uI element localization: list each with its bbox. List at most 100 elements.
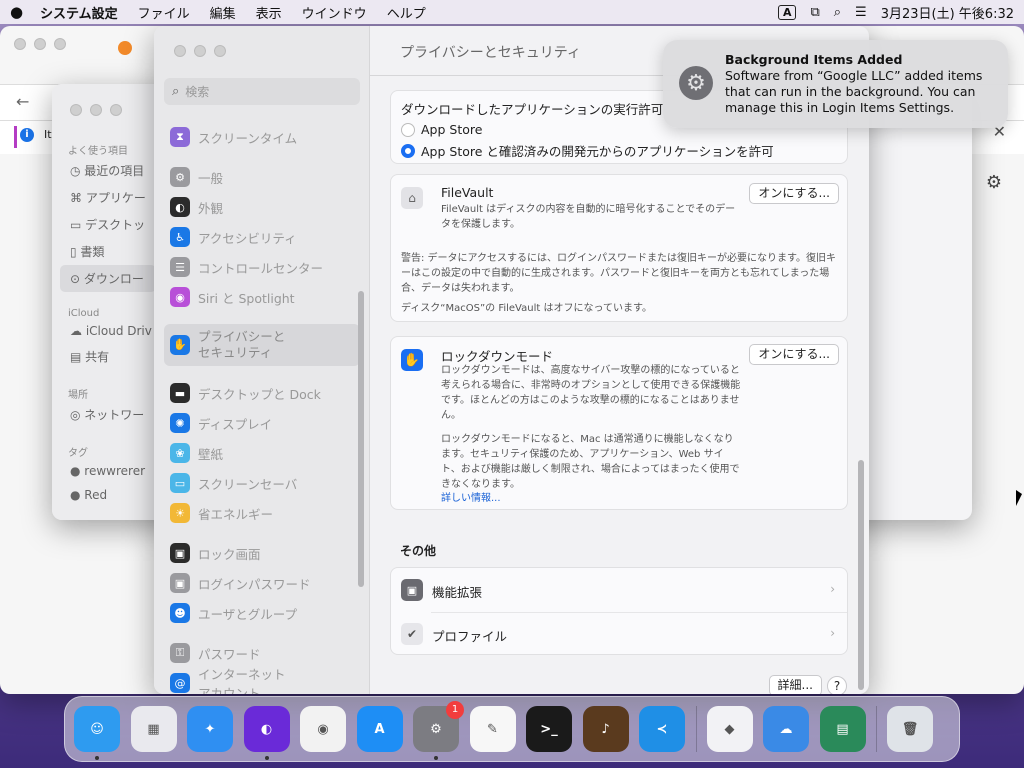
sidebar-item[interactable]: ⚙ 一般 <box>164 162 360 192</box>
dock-launchpad-icon[interactable]: ▦ <box>130 706 177 752</box>
radio-label: App Store <box>421 122 483 137</box>
dock-trash-icon[interactable]: 🗑 <box>887 706 933 752</box>
dock-garageband-icon[interactable]: ♪ <box>582 706 629 752</box>
gear-icon[interactable]: ⚙ <box>986 172 1002 193</box>
dock-visual-studio-icon[interactable]: ◆ <box>706 706 753 752</box>
hand-icon: ✋ <box>401 349 423 371</box>
menu-window[interactable]: ウインドウ <box>302 3 367 22</box>
menu-file[interactable]: ファイル <box>138 3 190 22</box>
display-icon: ✺ <box>170 413 190 433</box>
sidebar-item-label: 省エネルギー <box>198 506 274 522</box>
sidebar-item[interactable]: ▣ ロック画面 <box>164 538 360 568</box>
chevron-right-icon: › <box>830 626 835 640</box>
finder-item-desktop[interactable]: ▭ デスクトッ <box>52 211 162 238</box>
sidebar-item-label: アクセシビリティ <box>198 230 297 246</box>
dock-firefox-icon[interactable]: ◐ <box>243 706 290 760</box>
dock-weather-icon[interactable]: ☁ <box>763 706 809 752</box>
sidebar-item-label: ロック画面 <box>198 546 261 562</box>
sidebar-item[interactable]: ✋ プライバシーと セキュリティ <box>164 324 360 366</box>
search-input[interactable]: ⌕ 検索 <box>164 78 360 105</box>
dock-terminal-icon[interactable]: >_ <box>526 706 572 752</box>
sidebar-item-label: 外観 <box>198 200 224 216</box>
lockdown-turn-on-button[interactable]: オンにする... <box>749 344 839 365</box>
firefox-tab-icon[interactable] <box>118 41 132 55</box>
at-icon: @ <box>170 673 190 693</box>
finder-traffic-lights[interactable] <box>70 104 122 116</box>
sidebar-item-label: プライバシーと セキュリティ <box>198 328 286 360</box>
notification-badge: 1 <box>446 701 464 719</box>
radio-app-store-identified[interactable]: App Store と確認済みの開発元からのアプリケーションを許可 <box>401 141 837 160</box>
sidebar-item[interactable]: ♿ アクセシビリティ <box>164 222 360 252</box>
radio-button-selected[interactable] <box>401 143 415 158</box>
menu-help[interactable]: ヘルプ <box>387 3 426 22</box>
sidebar-scrollbar[interactable] <box>358 291 364 587</box>
sidebar-item[interactable]: @ インターネット アカウント <box>164 667 360 694</box>
filevault-title: FileVault <box>441 185 494 200</box>
sidebar-item[interactable]: ▬ デスクトップと Dock <box>164 378 360 408</box>
stage-manager-icon[interactable]: ⧉ <box>810 5 819 20</box>
sidebar-item[interactable]: ❀ 壁紙 <box>164 438 360 468</box>
content-scrollbar[interactable] <box>858 460 864 690</box>
sidebar-item[interactable]: ▣ ログインパスワード <box>164 568 360 598</box>
gear-icon: ⚙ <box>170 167 190 187</box>
finder-section-title: 場所 <box>68 390 88 401</box>
filevault-turn-on-button[interactable]: オンにする... <box>749 183 839 204</box>
menu-edit[interactable]: 編集 <box>210 3 236 22</box>
dock-vscode-icon[interactable]: ≺ <box>639 706 685 752</box>
finder-item-downloads[interactable]: ⊙ ダウンロー <box>60 265 156 292</box>
input-source-icon[interactable]: A <box>777 4 797 20</box>
finder-item-network[interactable]: ◎ ネットワー <box>52 401 162 428</box>
sidebar-item[interactable]: ✺ ディスプレイ <box>164 408 360 438</box>
dock-safari-icon[interactable]: ✦ <box>187 706 233 752</box>
dock-chrome-icon[interactable]: ◉ <box>300 706 346 752</box>
sidebar-item-label: デスクトップと Dock <box>198 386 321 402</box>
sidebar-item[interactable]: ▭ スクリーンセーバ <box>164 468 360 498</box>
learn-more-link[interactable]: 詳しい情報... <box>441 489 501 504</box>
sidebar-item[interactable]: ☻ ユーザとグループ <box>164 598 360 628</box>
dock-system-settings-icon[interactable]: ⚙ 1 <box>413 701 464 760</box>
extensions-row[interactable]: ▣ 機能拡張 › <box>391 568 847 612</box>
running-indicator <box>95 756 99 760</box>
lock-icon: ▣ <box>170 543 190 563</box>
sidebar-item[interactable]: ☀ 省エネルギー <box>164 498 360 528</box>
dock-textedit-icon[interactable]: ✎ <box>469 706 516 752</box>
finder-item-icloud-drive[interactable]: ☁ iCloud Driv <box>52 319 162 343</box>
finder-item-applications[interactable]: ⌘ アプリケー <box>52 184 162 211</box>
sidebar-item[interactable]: ☰ コントロールセンター <box>164 252 360 282</box>
sidebar-item-label: コントロールセンター <box>198 260 324 276</box>
finder-tag-item[interactable]: ● rewwrerer <box>52 459 162 483</box>
notification-banner[interactable]: ⚙ Background Items Added Software from “… <box>663 40 1008 128</box>
filevault-status: ディスク“MacOS”の FileVault はオフになっています。 <box>401 303 652 314</box>
menu-app-name[interactable]: システム設定 <box>40 3 118 22</box>
dock-icon: ▬ <box>170 383 190 403</box>
spotlight-icon[interactable]: ⌕ <box>834 5 841 20</box>
details-button[interactable]: 詳細... <box>768 675 822 694</box>
control-center-icon[interactable]: ☰ <box>855 5 867 20</box>
profiles-row[interactable]: ✔ プロファイル › <box>391 612 847 656</box>
radio-button[interactable] <box>401 122 415 137</box>
finder-section-title: タグ <box>68 448 88 459</box>
dock-app-store-icon[interactable]: A <box>356 706 403 752</box>
sidebar-item[interactable]: ◉ Siri と Spotlight <box>164 282 360 312</box>
sidebar-item-label: Siri と Spotlight <box>198 290 295 306</box>
others-heading: その他 <box>400 544 437 558</box>
finder-item-shared[interactable]: ▤ 共有 <box>52 343 162 370</box>
finder-item-documents[interactable]: ▯ 書類 <box>52 238 162 265</box>
sidebar-item[interactable]: ⧗ スクリーンタイム <box>164 122 360 152</box>
notification-body: Software from “Google LLC” added items t… <box>725 68 983 115</box>
dock-finder-icon[interactable]: ☺ <box>74 706 120 760</box>
finder-tag-item[interactable]: ● Red <box>52 483 162 507</box>
help-button[interactable]: ? <box>827 676 847 694</box>
finder-section-title: iCloud <box>68 308 100 319</box>
apple-menu-icon[interactable]: ● <box>10 3 40 21</box>
finder-item-recents[interactable]: ◷ 最近の項目 <box>52 157 162 184</box>
back-arrow-icon[interactable]: ← <box>16 92 29 111</box>
settings-traffic-lights[interactable] <box>174 45 226 57</box>
menu-view[interactable]: 表示 <box>256 3 282 22</box>
running-indicator <box>264 756 269 760</box>
dock-activity-monitor-icon[interactable]: ▤ <box>819 706 866 752</box>
sidebar-item[interactable]: ◐ 外観 <box>164 192 360 222</box>
browser-traffic-lights[interactable] <box>14 38 66 50</box>
clock[interactable]: 3月23日(土) 午後6:32 <box>881 3 1014 22</box>
